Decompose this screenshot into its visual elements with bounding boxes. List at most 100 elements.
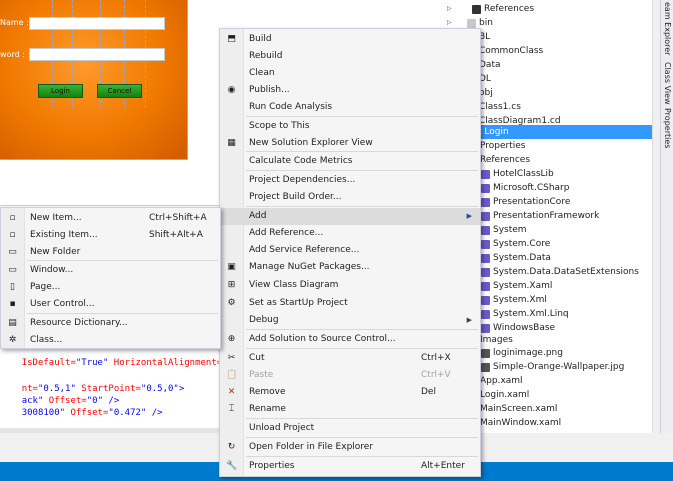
tree-item-label: loginimage.png [493, 348, 563, 358]
menu-item-label: Clean [249, 68, 275, 78]
menu-separator [246, 456, 478, 457]
reference-icon [481, 310, 490, 319]
menu-item-label: Window... [30, 265, 74, 275]
cut-icon: ✂ [227, 353, 236, 363]
code-line: 3008100" Offset="0.472" /> [0, 398, 163, 428]
menu-item-label: Add Reference... [249, 228, 324, 238]
source-control-icon: ⊕ [227, 334, 236, 344]
menu-item-manage-nuget-packages[interactable]: ▣ Manage NuGet Packages... [220, 259, 480, 276]
menu-item-label: Debug [249, 315, 279, 325]
shortcut-label: Ctrl+V [421, 370, 451, 380]
menu-item-label: Page... [30, 282, 61, 292]
reference-icon [481, 226, 490, 235]
menu-item-rename[interactable]: ⌶ Rename [220, 401, 480, 418]
tree-item-label: Microsoft.CSharp [493, 183, 570, 193]
menu-item-scope-to-this[interactable]: Scope to This [220, 118, 480, 135]
xaml-designer-surface[interactable]: Name : word : Login Cancel [0, 0, 219, 205]
submenu-item-page[interactable]: ▯ Page... [1, 279, 220, 296]
tab-class-view[interactable]: Class View [663, 62, 672, 105]
submenu-item-class[interactable]: ✲ Class... [1, 332, 220, 349]
tree-item[interactable]: ▷ References [440, 2, 652, 16]
menu-item-label: Rebuild [249, 51, 283, 61]
menu-item-label: Build [249, 34, 272, 44]
menu-item-paste[interactable]: 📋 Paste Ctrl+V [220, 367, 480, 384]
menu-item-label: Class... [30, 335, 63, 345]
menu-item-label: Open Folder in File Explorer [249, 442, 374, 452]
menu-item-label: Properties [249, 461, 295, 471]
reference-icon [481, 240, 490, 249]
name-label: Name : [0, 18, 29, 27]
menu-item-project-dependencies[interactable]: Project Dependencies... [220, 172, 480, 189]
menu-item-label: Resource Dictionary... [30, 318, 128, 328]
menu-item-label: Publish... [249, 85, 290, 95]
menu-item-label: Manage NuGet Packages... [249, 262, 370, 272]
password-textbox[interactable] [29, 48, 165, 61]
menu-item-add-reference[interactable]: Add Reference... [220, 225, 480, 242]
menu-item-rebuild[interactable]: Rebuild [220, 48, 480, 65]
submenu-item-existing-item[interactable]: ▫ Existing Item... Shift+Alt+A [1, 227, 220, 244]
reference-icon [481, 170, 490, 179]
menu-item-run-code-analysis[interactable]: Run Code Analysis [220, 99, 480, 116]
name-textbox[interactable] [29, 17, 165, 30]
reference-icon [481, 282, 490, 291]
properties-wrench-icon: 🔧 [226, 461, 238, 471]
password-label: word : [0, 50, 25, 59]
menu-item-debug[interactable]: Debug ▶ [220, 312, 480, 329]
menu-separator [246, 348, 478, 349]
tab-properties[interactable]: Properties [663, 108, 672, 148]
reference-icon [481, 296, 490, 305]
menu-item-view-class-diagram[interactable]: ⊞ View Class Diagram [220, 277, 480, 294]
menu-item-label: Add [249, 211, 267, 221]
submenu-arrow-icon: ▶ [466, 316, 472, 324]
menu-separator [27, 260, 218, 261]
menu-separator [246, 329, 478, 330]
menu-item-new-solution-explorer-view[interactable]: ▦ New Solution Explorer View [220, 135, 480, 152]
menu-item-set-as-startup-project[interactable]: ⚙ Set as StartUp Project [220, 295, 480, 312]
shortcut-label: Ctrl+Shift+A [149, 213, 207, 223]
menu-item-remove[interactable]: ✕ Remove Del [220, 384, 480, 401]
remove-icon: ✕ [227, 387, 236, 397]
new-item-icon: ▫ [9, 213, 16, 223]
menu-item-publish[interactable]: ◉ Publish... [220, 82, 480, 99]
vertical-scrollbar[interactable] [652, 0, 660, 433]
login-button[interactable]: Login [38, 84, 83, 98]
menu-item-open-folder-in-file-explorer[interactable]: ↻ Open Folder in File Explorer [220, 439, 480, 456]
menu-item-build[interactable]: ⬒ Build [220, 31, 480, 48]
menu-item-label: Project Build Order... [249, 192, 342, 202]
tree-item-label: obj [479, 88, 493, 98]
menu-item-properties[interactable]: 🔧 Properties Alt+Enter [220, 458, 480, 475]
submenu-item-user-control[interactable]: ▪ User Control... [1, 296, 220, 313]
tree-item-label: Simple-Orange-Wallpaper.jpg [493, 362, 625, 372]
menu-item-calculate-code-metrics[interactable]: Calculate Code Metrics [220, 153, 480, 170]
submenu-item-window[interactable]: ▭ Window... [1, 262, 220, 279]
submenu-item-new-item[interactable]: ▫ New Item... Ctrl+Shift+A [1, 210, 220, 227]
submenu-item-new-folder[interactable]: ▭ New Folder [1, 244, 220, 261]
submenu-item-resource-dictionary[interactable]: ▤ Resource Dictionary... [1, 315, 220, 332]
expand-arrow-icon[interactable]: ▷ [447, 2, 452, 16]
tab-team-explorer[interactable]: eam Explorer [663, 2, 672, 55]
resource-dictionary-icon: ▤ [8, 318, 17, 328]
tree-item-label: System.Core [493, 239, 551, 249]
menu-item-label: Calculate Code Metrics [249, 156, 353, 166]
open-folder-icon: ↻ [227, 442, 236, 452]
menu-item-clean[interactable]: Clean [220, 65, 480, 82]
shortcut-label: Shift+Alt+A [149, 230, 203, 240]
menu-item-cut[interactable]: ✂ Cut Ctrl+X [220, 350, 480, 367]
menu-item-add-solution-to-source-control[interactable]: ⊕ Add Solution to Source Control... [220, 331, 480, 348]
cancel-button[interactable]: Cancel [97, 84, 142, 98]
tree-item-label: System.Data [493, 253, 551, 263]
menu-item-label: Cut [249, 353, 265, 363]
code-token: "0.5,0" [140, 384, 179, 394]
menu-item-project-build-order[interactable]: Project Build Order... [220, 189, 480, 206]
menu-item-add-service-reference[interactable]: Add Service Reference... [220, 242, 480, 259]
menu-item-add[interactable]: Add ▶ [220, 208, 480, 225]
tree-item-label: Data [479, 60, 501, 70]
menu-item-label: Add Service Reference... [249, 245, 360, 255]
menu-item-label: Add Solution to Source Control... [249, 334, 396, 344]
menu-item-label: New Item... [30, 213, 82, 223]
menu-item-label: Remove [249, 387, 286, 397]
tree-item-label: References [484, 4, 535, 14]
reference-icon [481, 254, 490, 263]
menu-item-unload-project[interactable]: Unload Project [220, 420, 480, 437]
login-window-preview[interactable]: Name : word : Login Cancel [0, 0, 188, 160]
